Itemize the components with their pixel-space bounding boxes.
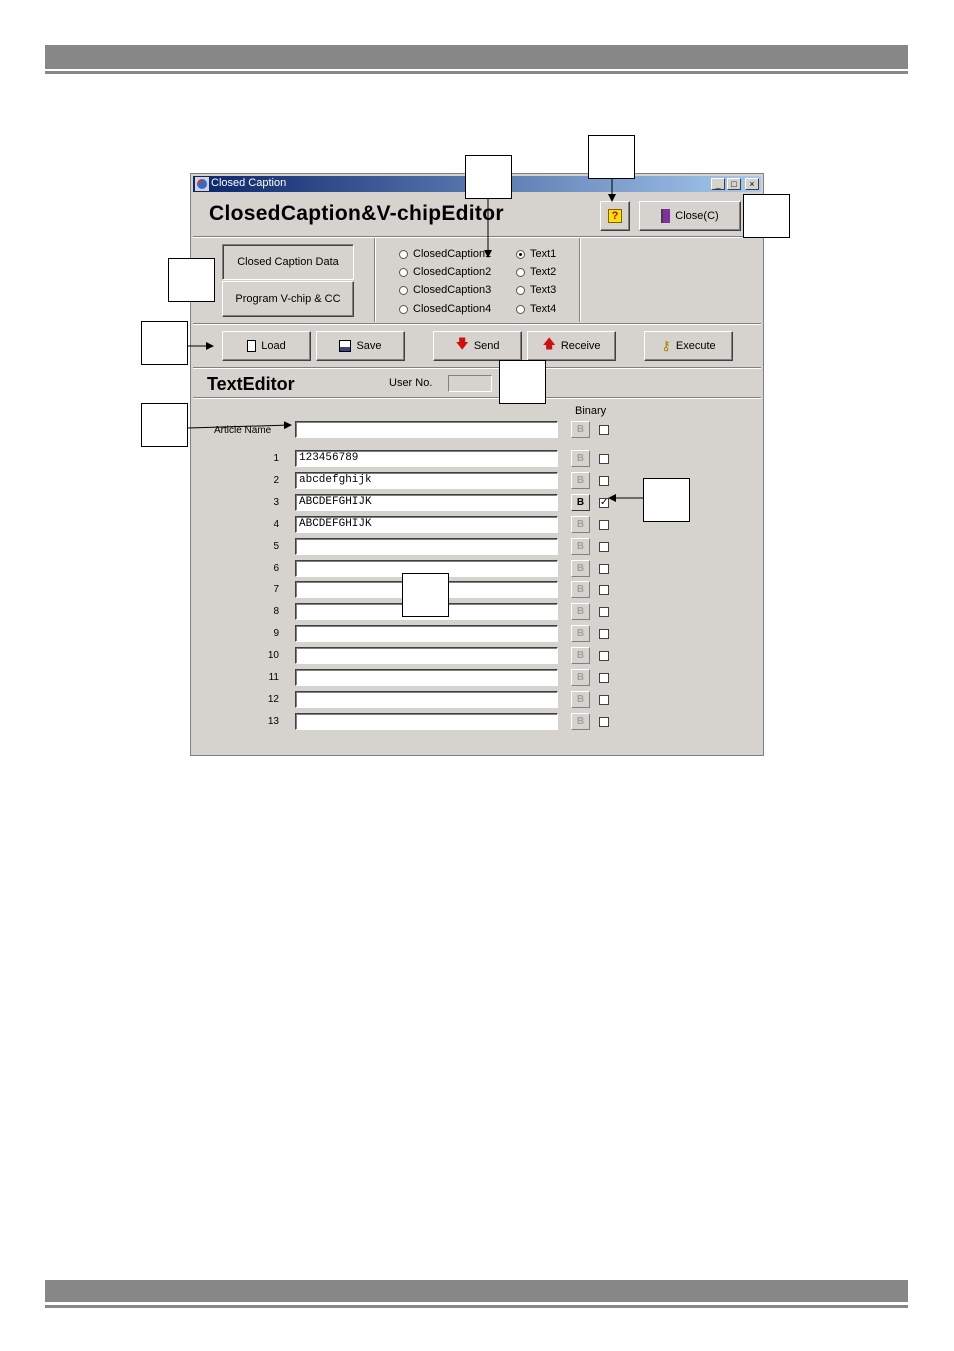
callout-arrows bbox=[187, 179, 643, 502]
